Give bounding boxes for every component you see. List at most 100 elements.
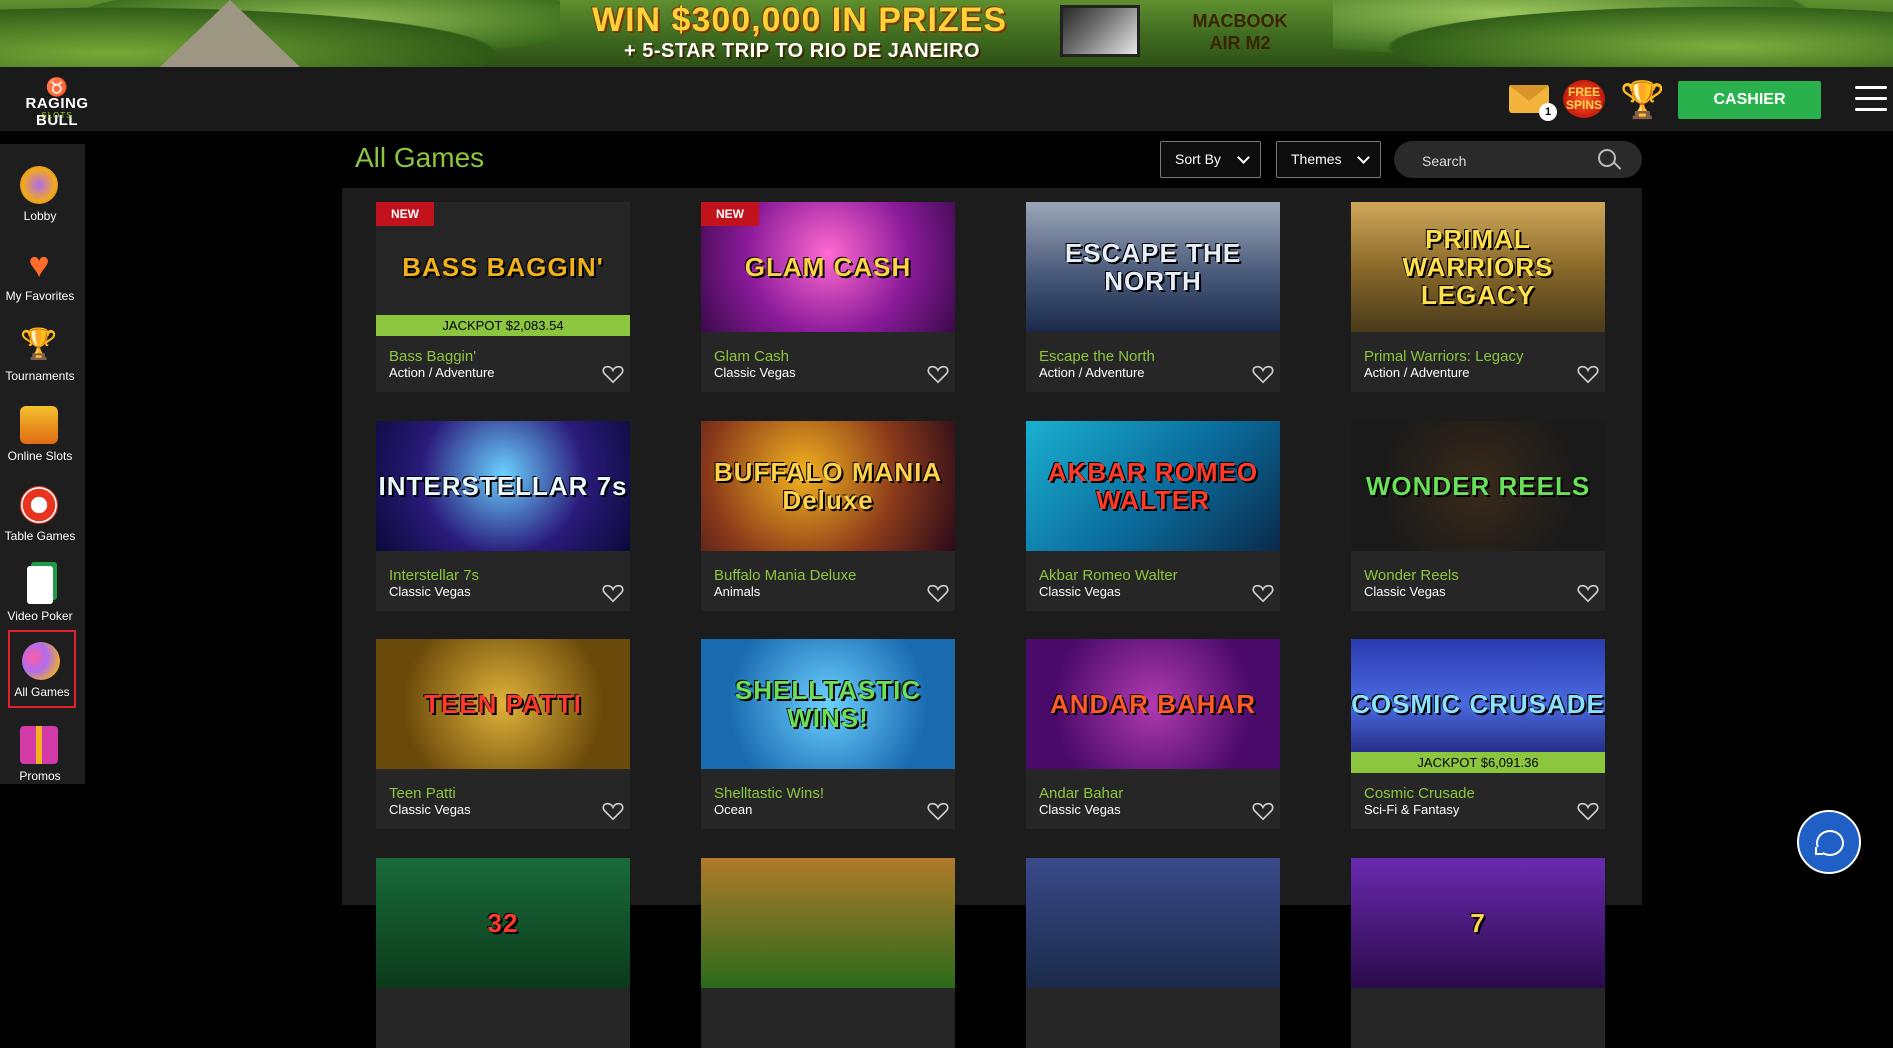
game-thumbnail[interactable]: SHELLTASTIC WINS! [701, 639, 955, 769]
promo-banner[interactable]: WIN $300,000 IN PRIZES + 5-STAR TRIP TO … [0, 0, 1893, 67]
game-art-title: 7 [1351, 858, 1605, 988]
themes-label: Themes [1291, 151, 1342, 167]
game-thumbnail[interactable]: 32 [376, 858, 630, 988]
game-title[interactable]: Andar Bahar [1039, 785, 1123, 802]
game-card[interactable]: SHELLTASTIC WINS! Shelltastic Wins! Ocean [701, 639, 955, 829]
game-thumbnail[interactable]: INTERSTELLAR 7s [376, 421, 630, 551]
favorite-heart-icon[interactable] [1252, 364, 1274, 384]
logo-sub-text: SLOTS [41, 111, 73, 120]
trophy-icon: 🏆 [20, 328, 58, 361]
sort-by-dropdown[interactable]: Sort By [1160, 141, 1261, 178]
game-title[interactable]: Wonder Reels [1364, 567, 1459, 584]
sidebar-item-all-games[interactable]: All Games [8, 630, 76, 708]
favorite-heart-icon[interactable] [602, 364, 624, 384]
banner-jungle-art-right [1333, 0, 1893, 67]
favorite-heart-icon[interactable] [602, 583, 624, 603]
game-thumbnail[interactable]: AKBAR ROMEO WALTER [1026, 421, 1280, 551]
messages-button[interactable]: 1 [1509, 83, 1557, 121]
favorite-heart-icon[interactable] [1577, 364, 1599, 384]
game-art-title: ANDAR BAHAR [1026, 639, 1280, 769]
game-title[interactable]: Primal Warriors: Legacy [1364, 348, 1523, 365]
menu-hamburger-icon[interactable] [1855, 86, 1887, 112]
game-title[interactable]: Escape the North [1039, 348, 1155, 365]
game-category: Classic Vegas [1364, 584, 1446, 599]
game-title[interactable]: Buffalo Mania Deluxe [714, 567, 856, 584]
site-logo[interactable]: ♉ RAGING BULL SLOTS [4, 77, 110, 129]
game-title[interactable]: Teen Patti [389, 785, 456, 802]
game-art-title: INTERSTELLAR 7s [376, 421, 630, 551]
game-card[interactable] [1026, 858, 1280, 1048]
game-card[interactable]: ESCAPE THE NORTH Escape the North Action /… [1026, 202, 1280, 392]
game-thumbnail[interactable]: BUFFALO MANIA Deluxe [701, 421, 955, 551]
game-title[interactable]: Interstellar 7s [389, 567, 479, 584]
favorite-heart-icon[interactable] [1577, 583, 1599, 603]
game-art-title: PRIMAL WARRIORS LEGACY [1351, 202, 1605, 332]
sidebar-item-lobby[interactable]: Lobby [0, 154, 80, 232]
game-card[interactable]: COSMIC CRUSADE JACKPOT $6,091.36 Cosmic Cr… [1351, 639, 1605, 829]
game-card[interactable] [701, 858, 955, 1048]
game-thumbnail[interactable]: ANDAR BAHAR [1026, 639, 1280, 769]
game-card[interactable]: 7 [1351, 858, 1605, 1048]
favorite-heart-icon[interactable] [1252, 583, 1274, 603]
slot-machine-icon [20, 406, 58, 444]
favorite-heart-icon[interactable] [1577, 801, 1599, 821]
game-card[interactable]: AKBAR ROMEO WALTER Akbar Romeo Walter Clas… [1026, 421, 1280, 611]
sidebar-item-tournaments[interactable]: 🏆 Tournaments [0, 314, 80, 392]
page-title: All Games [355, 142, 485, 173]
game-card[interactable]: BUFFALO MANIA Deluxe Buffalo Mania Deluxe… [701, 421, 955, 611]
cashier-button[interactable]: CASHIER [1678, 81, 1821, 119]
free-spins-button[interactable]: FREE SPINS [1563, 80, 1605, 118]
game-thumbnail[interactable] [701, 858, 955, 988]
game-title[interactable]: Shelltastic Wins! [714, 785, 824, 802]
game-title[interactable]: Cosmic Crusade [1364, 785, 1475, 802]
favorite-heart-icon[interactable] [927, 801, 949, 821]
game-card[interactable]: INTERSTELLAR 7s Interstellar 7s Classic Ve… [376, 421, 630, 611]
game-card[interactable]: BASS BAGGIN' NEW JACKPOT $2,083.54 Bass Bag… [376, 202, 630, 392]
search-icon[interactable] [1598, 149, 1616, 167]
game-thumbnail[interactable]: TEEN PATTI [376, 639, 630, 769]
sidebar-item-table-games[interactable]: Table Games [0, 474, 80, 552]
games-grid: BASS BAGGIN' NEW JACKPOT $2,083.54 Bass Bag… [342, 188, 1642, 1048]
sidebar-item-promos[interactable]: Promos [0, 714, 80, 792]
game-thumbnail[interactable]: PRIMAL WARRIORS LEGACY [1351, 202, 1605, 332]
bull-icon: ♉ [45, 77, 69, 97]
game-card[interactable]: GLAM CASH NEW Glam Cash Classic Vegas [701, 202, 955, 392]
search-input[interactable] [1420, 141, 1594, 180]
game-category: Classic Vegas [1039, 802, 1121, 817]
playing-card-icon [27, 566, 53, 604]
sidebar-item-online-slots[interactable]: Online Slots [0, 394, 80, 472]
favorite-heart-icon[interactable] [602, 801, 624, 821]
themes-dropdown[interactable]: Themes [1276, 141, 1381, 178]
game-thumbnail[interactable]: GLAM CASH NEW [701, 202, 955, 332]
game-card[interactable]: PRIMAL WARRIORS LEGACY Primal Warriors: L… [1351, 202, 1605, 392]
game-thumbnail[interactable]: BASS BAGGIN' NEW [376, 202, 630, 332]
game-thumbnail[interactable]: WONDER REELS [1351, 421, 1605, 551]
favorite-heart-icon[interactable] [1252, 801, 1274, 821]
favorite-heart-icon[interactable] [927, 583, 949, 603]
favorite-heart-icon[interactable] [927, 364, 949, 384]
game-art-title: COSMIC CRUSADE [1351, 639, 1605, 769]
sidebar-item-label: All Games [14, 685, 70, 699]
game-thumbnail[interactable]: 7 [1351, 858, 1605, 988]
game-card[interactable]: TEEN PATTI Teen Patti Classic Vegas [376, 639, 630, 829]
sidebar-item-my-favorites[interactable]: ♥ My Favorites [0, 234, 80, 312]
game-card[interactable]: 32 [376, 858, 630, 1048]
game-thumbnail[interactable] [1026, 858, 1280, 988]
live-chat-button[interactable] [1797, 810, 1861, 874]
sidebar-item-video-poker[interactable]: Video Poker [0, 554, 80, 632]
game-category: Ocean [714, 802, 753, 817]
game-title[interactable]: Akbar Romeo Walter [1039, 567, 1178, 584]
laptop-image [1060, 5, 1140, 57]
sidebar-item-label: Video Poker [7, 609, 73, 623]
trophy-button[interactable]: 🏆 [1620, 78, 1665, 122]
game-card[interactable]: WONDER REELS Wonder Reels Classic Vegas [1351, 421, 1605, 611]
sidebar-item-label: Promos [19, 769, 61, 783]
game-title[interactable]: Glam Cash [714, 348, 789, 365]
sort-by-label: Sort By [1175, 151, 1221, 167]
game-card[interactable]: ANDAR BAHAR Andar Bahar Classic Vegas [1026, 639, 1280, 829]
game-category: Action / Adventure [1039, 365, 1145, 380]
game-art-title [1026, 858, 1280, 988]
game-thumbnail[interactable]: ESCAPE THE NORTH [1026, 202, 1280, 332]
game-title[interactable]: Bass Baggin' [389, 348, 476, 365]
game-thumbnail[interactable]: COSMIC CRUSADE [1351, 639, 1605, 769]
